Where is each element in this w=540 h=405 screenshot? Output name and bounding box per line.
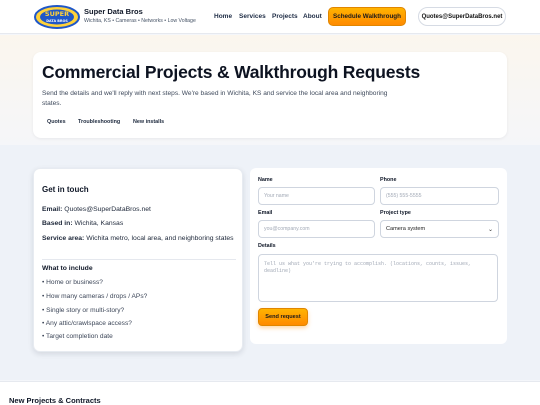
include-item: • Home or business? (42, 279, 103, 286)
phone-input[interactable] (380, 187, 499, 205)
brand-name[interactable]: Super Data Bros (84, 7, 143, 16)
nav-services[interactable]: Services (239, 13, 266, 20)
nav-projects[interactable]: Projects (272, 13, 298, 20)
contact-heading: Get in touch (42, 185, 89, 194)
include-item: • Target completion date (42, 333, 113, 340)
svg-text:SUPER: SUPER (45, 10, 69, 18)
section-title: New Projects & Contracts (9, 396, 101, 405)
tag-new-installs[interactable]: New installs (128, 116, 169, 128)
nav-home[interactable]: Home (214, 13, 232, 20)
hero-description: Send the details and we'll reply with ne… (42, 90, 388, 107)
contact-email-row: Email: Quotes@SuperDataBros.net (42, 205, 237, 215)
service-area-label: Service area: (42, 235, 85, 242)
based-label: Based in: (42, 220, 73, 227)
brand-logo[interactable]: SUPER DATA BROS (34, 5, 80, 29)
email-label: Email: (42, 206, 63, 213)
name-input[interactable] (258, 187, 375, 205)
details-label: Details (258, 243, 276, 249)
name-label: Name (258, 177, 273, 183)
project-type-select[interactable]: Camera system ⌄ (380, 220, 499, 238)
contact-based-row: Based in: Wichita, Kansas (42, 219, 237, 229)
schedule-walkthrough-button[interactable]: Schedule Walkthrough (328, 7, 406, 26)
divider (42, 259, 236, 260)
details-textarea[interactable] (258, 254, 498, 302)
email-input[interactable] (258, 220, 375, 238)
include-heading: What to include (42, 265, 93, 272)
brand-tagline: Wichita, KS • Cameras • Networks • Low V… (84, 18, 196, 24)
include-item: • How many cameras / drops / APs? (42, 293, 148, 300)
send-request-button[interactable]: Send request (258, 308, 308, 326)
tag-quotes[interactable]: Quotes (42, 116, 71, 128)
contact-area-row: Service area: Wichita metro, local area,… (42, 234, 237, 244)
page-title: Commercial Projects & Walkthrough Reques… (42, 62, 420, 82)
chevron-down-icon: ⌄ (487, 226, 493, 233)
email-label: Email (258, 210, 273, 216)
based-value: Wichita, Kansas (74, 220, 124, 227)
tag-troubleshooting[interactable]: Troubleshooting (73, 116, 125, 128)
project-type-label: Project type (380, 210, 411, 216)
project-type-value: Camera system (386, 226, 426, 232)
include-item: • Any attic/crawlspace access? (42, 320, 132, 327)
nav-about[interactable]: About (303, 13, 322, 20)
email-pill-link[interactable]: Quotes@SuperDataBros.net (418, 7, 506, 26)
phone-label: Phone (380, 177, 397, 183)
email-value[interactable]: Quotes@SuperDataBros.net (64, 206, 151, 213)
svg-text:DATA BROS: DATA BROS (46, 19, 68, 23)
service-area-value: Wichita metro, local area, and neighbori… (86, 235, 234, 242)
include-item: • Single story or multi-story? (42, 307, 125, 314)
